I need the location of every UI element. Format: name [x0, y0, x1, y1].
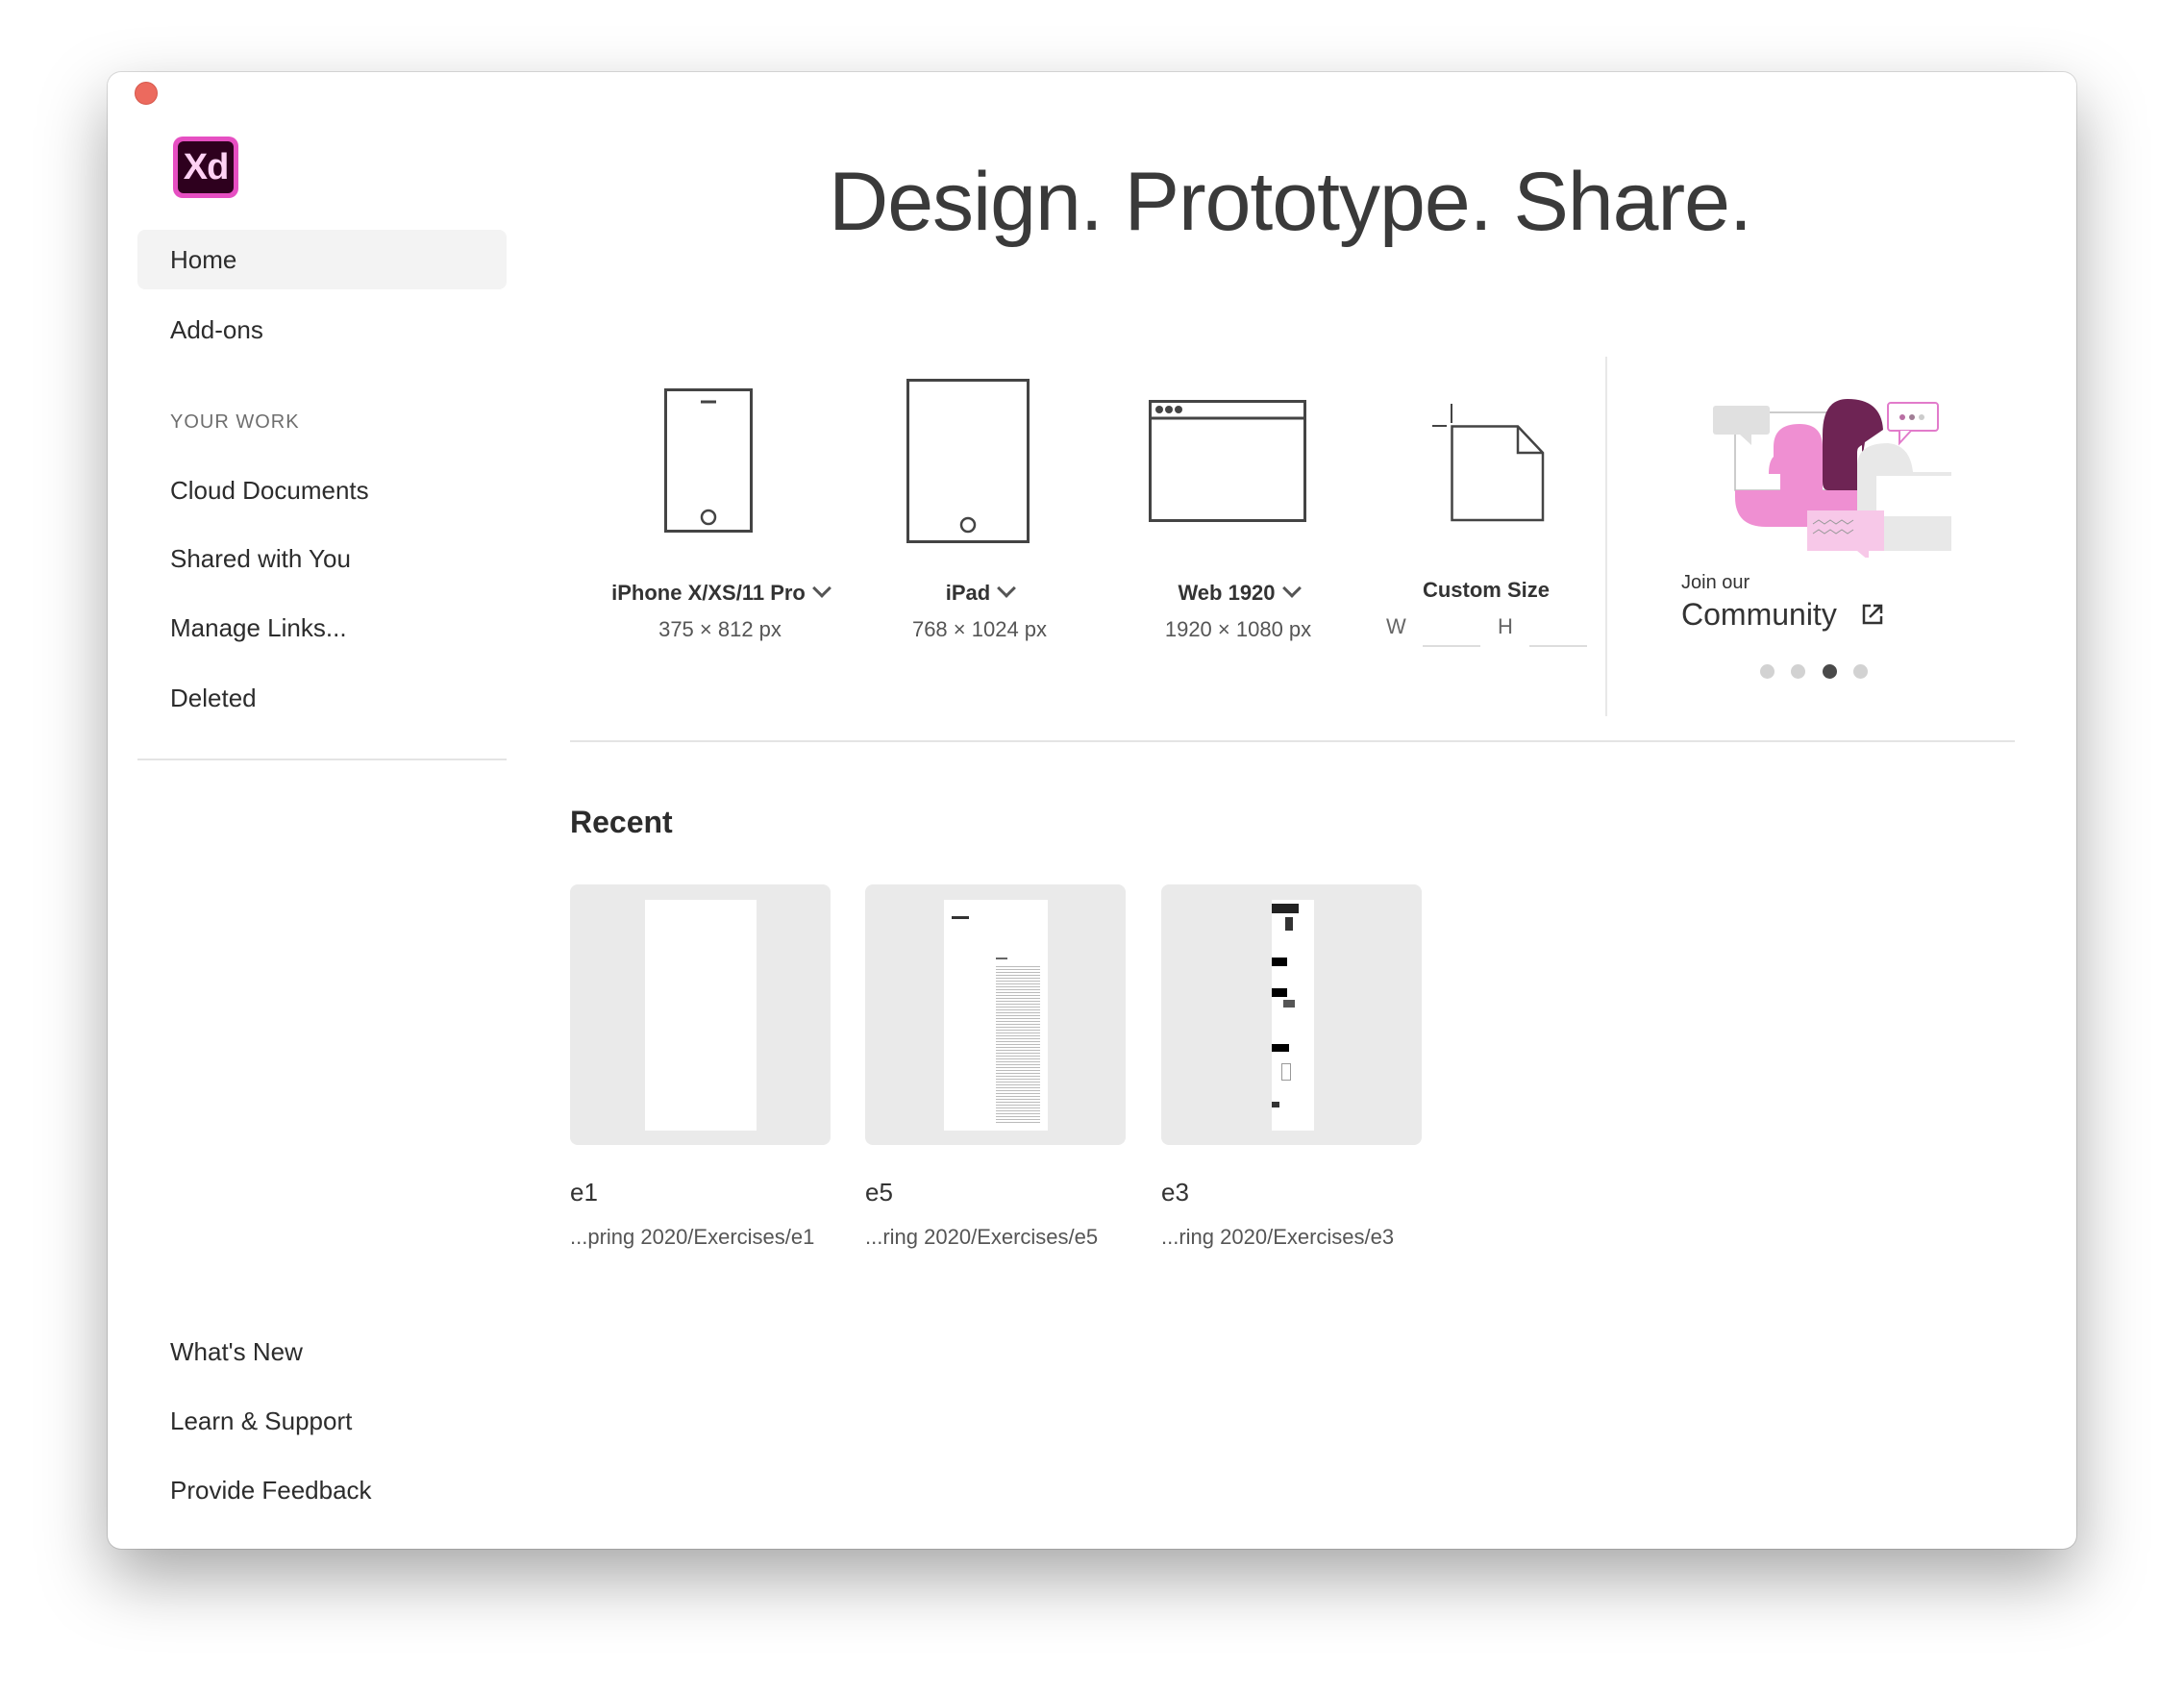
- custom-size-label: Custom Size: [1422, 578, 1551, 602]
- artboard-preview: [1272, 900, 1314, 1131]
- external-link-icon: [1862, 604, 1882, 625]
- sidebar-item-deleted[interactable]: Deleted: [137, 668, 507, 728]
- sidebar-item-whats-new[interactable]: What's New: [137, 1322, 507, 1381]
- carousel-dot-2[interactable]: [1791, 664, 1805, 679]
- tablet-icon: [906, 379, 1030, 543]
- sidebar-item-manage-links[interactable]: Manage Links...: [137, 598, 507, 658]
- height-label: H: [1498, 614, 1513, 638]
- preset-iphone-size: 375 × 812 px: [658, 617, 782, 641]
- community-illustration[interactable]: [1713, 389, 1953, 560]
- width-label: W: [1386, 614, 1406, 638]
- close-window-button[interactable]: [135, 82, 158, 105]
- file-path: ...pring 2020/Exercises/e1: [570, 1225, 815, 1249]
- preset-ipad-name: iPad: [945, 581, 991, 605]
- chevron-down-icon: [1281, 579, 1302, 598]
- carousel-dot-4[interactable]: [1853, 664, 1868, 679]
- width-input[interactable]: [1423, 645, 1480, 647]
- file-thumbnail[interactable]: [1161, 884, 1422, 1145]
- sidebar-item-learn-support[interactable]: Learn & Support: [137, 1391, 507, 1451]
- recent-file-card[interactable]: e5 ...ring 2020/Exercises/e5: [865, 884, 1126, 1250]
- preset-web-label[interactable]: Web 1920: [1094, 579, 1382, 606]
- preset-ipad[interactable]: [906, 379, 1030, 543]
- file-thumbnail[interactable]: [865, 884, 1126, 1145]
- community-title: Community: [1681, 597, 1837, 632]
- file-name: e5: [865, 1178, 893, 1207]
- sidebar-item-provide-feedback[interactable]: Provide Feedback: [137, 1460, 507, 1520]
- file-path: ...ring 2020/Exercises/e3: [1161, 1225, 1395, 1249]
- recent-file-card[interactable]: e3 ...ring 2020/Exercises/e3: [1161, 884, 1422, 1250]
- main-divider: [570, 740, 2015, 742]
- community-link[interactable]: Community: [1681, 597, 1884, 633]
- presets-divider: [1605, 357, 1607, 716]
- sidebar-item-add-ons[interactable]: Add-ons: [137, 300, 507, 360]
- sidebar-divider: [137, 759, 507, 760]
- community-illustration-art: [1713, 399, 1953, 560]
- preset-web[interactable]: [1149, 400, 1306, 522]
- file-path: ...ring 2020/Exercises/e5: [865, 1225, 1099, 1249]
- preset-web-size: 1920 × 1080 px: [1164, 617, 1312, 641]
- custom-size-button[interactable]: [1429, 404, 1545, 523]
- file-thumbnail[interactable]: [570, 884, 831, 1145]
- phone-icon: [664, 388, 753, 533]
- height-input[interactable]: [1529, 645, 1587, 647]
- preset-iphone-name: iPhone X/XS/11 Pro: [611, 581, 806, 605]
- preset-iphone-label[interactable]: iPhone X/XS/11 Pro: [576, 579, 864, 606]
- preset-ipad-size: 768 × 1024 px: [911, 617, 1048, 641]
- xd-logo: Xd: [173, 137, 238, 198]
- chevron-down-icon: [997, 579, 1017, 598]
- recent-heading: Recent: [570, 805, 673, 839]
- preset-ipad-label[interactable]: iPad: [835, 579, 1124, 606]
- community-pretitle: Join our: [1681, 572, 1750, 593]
- carousel-dot-3-active[interactable]: [1823, 664, 1837, 679]
- preset-web-name: Web 1920: [1178, 581, 1276, 605]
- carousel-dot-1[interactable]: [1760, 664, 1774, 679]
- browser-icon: [1149, 400, 1306, 522]
- recent-file-card[interactable]: e1 ...pring 2020/Exercises/e1: [570, 884, 831, 1250]
- sidebar-item-cloud-documents[interactable]: Cloud Documents: [137, 460, 507, 520]
- sidebar-item-shared-with-you[interactable]: Shared with You: [137, 529, 507, 588]
- hero-title: Design. Prototype. Share.: [829, 156, 1752, 248]
- artboard-preview: [645, 900, 757, 1131]
- app-window: Xd Home Add-ons YOUR WORK Cloud Document…: [108, 72, 2076, 1549]
- sidebar-item-home[interactable]: Home: [137, 230, 507, 289]
- file-name: e3: [1161, 1178, 1189, 1207]
- file-name: e1: [570, 1178, 598, 1207]
- chevron-down-icon: [811, 579, 831, 598]
- custom-document-icon: [1432, 404, 1545, 522]
- artboard-preview: [944, 900, 1048, 1131]
- logo-text: Xd: [178, 141, 234, 193]
- preset-iphone[interactable]: [664, 388, 753, 533]
- your-work-heading: YOUR WORK: [170, 411, 300, 433]
